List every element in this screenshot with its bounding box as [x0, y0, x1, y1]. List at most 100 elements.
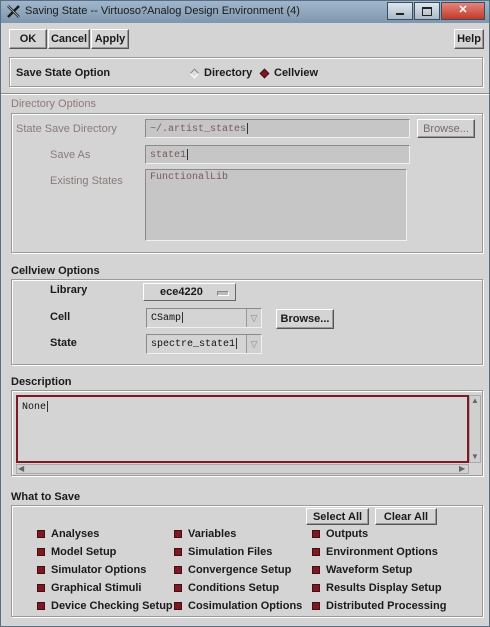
cell-dropdown-arrow-icon[interactable]: ▽	[246, 309, 261, 327]
checkbox-simulation-files[interactable]: Simulation Files	[174, 546, 272, 558]
radio-directory-label: Directory	[204, 67, 253, 79]
close-button[interactable]: ✕	[441, 2, 485, 20]
cancel-button[interactable]: Cancel	[48, 29, 90, 49]
checkbox-indicator	[174, 584, 182, 592]
select-all-button[interactable]: Select All	[306, 508, 369, 525]
x-icon	[7, 5, 20, 18]
checkbox-label: Environment Options	[326, 546, 438, 558]
maximize-button[interactable]	[414, 2, 440, 20]
minimize-icon	[396, 13, 404, 15]
description-value: None	[22, 402, 47, 414]
existing-state-item[interactable]: FunctionalLib	[150, 172, 402, 183]
checkbox-indicator	[174, 566, 182, 574]
checkbox-label: Simulation Files	[188, 546, 273, 558]
close-icon: ✕	[458, 4, 468, 16]
scroll-left-icon[interactable]: ◀	[18, 465, 24, 473]
checkbox-indicator	[312, 548, 320, 556]
checkbox-label: Simulator Options	[51, 564, 147, 576]
checkbox-label: Variables	[188, 528, 237, 540]
checkbox-indicator	[37, 548, 45, 556]
cell-combo[interactable]: CSamp	[146, 308, 262, 328]
checkbox-conditions-setup[interactable]: Conditions Setup	[174, 582, 279, 594]
option-menu-indicator-icon	[217, 291, 229, 296]
cell-value: CSamp	[151, 313, 182, 325]
checkbox-label: Distributed Processing	[326, 600, 447, 612]
description-title: Description	[11, 376, 72, 388]
checkbox-indicator	[312, 584, 320, 592]
existing-states-label: Existing States	[50, 175, 123, 187]
save-as-input[interactable]: state1	[145, 145, 410, 164]
checkbox-cosimulation-options[interactable]: Cosimulation Options	[174, 600, 302, 612]
checkbox-indicator	[37, 584, 45, 592]
checkbox-device-checking-setup[interactable]: Device Checking Setup	[37, 600, 173, 612]
checkbox-label: Cosimulation Options	[188, 600, 303, 612]
save-as-label: Save As	[50, 149, 91, 161]
title-bar[interactable]: Saving State -- Virtuoso?Analog Design E…	[1, 1, 489, 23]
existing-states-list[interactable]: FunctionalLib	[145, 169, 407, 241]
checkbox-simulator-options[interactable]: Simulator Options	[37, 564, 146, 576]
checkbox-variables[interactable]: Variables	[174, 528, 236, 540]
library-option-menu[interactable]: ece4220	[143, 283, 236, 301]
state-save-directory-value: ~/.artist_states	[150, 124, 247, 136]
checkbox-indicator	[312, 602, 320, 610]
radio-cellview-label: Cellview	[274, 67, 319, 79]
checkbox-indicator	[37, 530, 45, 538]
state-dropdown-arrow-icon[interactable]: ▽	[246, 335, 261, 353]
help-button[interactable]: Help	[454, 29, 484, 49]
checkbox-analyses[interactable]: Analyses	[37, 528, 99, 540]
checkbox-label: Outputs	[326, 528, 369, 540]
save-as-value: state1	[150, 150, 187, 162]
maximize-icon	[422, 7, 432, 16]
description-textarea[interactable]: None	[16, 395, 469, 463]
scroll-up-icon[interactable]: ▲	[471, 397, 479, 405]
state-save-directory-input[interactable]: ~/.artist_states	[145, 119, 410, 138]
radio-cellview-indicator	[259, 68, 270, 78]
checkbox-label: Device Checking Setup	[51, 600, 173, 612]
checkbox-indicator	[312, 530, 320, 538]
state-label: State	[50, 337, 77, 349]
state-combo[interactable]: spectre_state1	[146, 334, 262, 354]
what-to-save-title: What to Save	[11, 491, 81, 503]
checkbox-convergence-setup[interactable]: Convergence Setup	[174, 564, 291, 576]
separator	[1, 93, 489, 95]
ok-button[interactable]: OK	[9, 29, 47, 49]
description-horizontal-scrollbar[interactable]: ◀ ▶	[16, 464, 469, 474]
checkbox-label: Analyses	[51, 528, 100, 540]
checkbox-environment-options[interactable]: Environment Options	[312, 546, 438, 558]
cell-browse-button[interactable]: Browse...	[276, 309, 334, 329]
checkbox-indicator	[174, 602, 182, 610]
scroll-down-icon[interactable]: ▼	[471, 453, 479, 461]
clear-all-button[interactable]: Clear All	[375, 508, 437, 525]
checkbox-label: Conditions Setup	[188, 582, 280, 594]
scroll-right-icon[interactable]: ▶	[459, 465, 465, 473]
radio-cellview[interactable]: Cellview	[259, 67, 319, 79]
checkbox-distributed-processing[interactable]: Distributed Processing	[312, 600, 446, 612]
checkbox-results-display-setup[interactable]: Results Display Setup	[312, 582, 442, 594]
minimize-button[interactable]	[387, 2, 413, 20]
checkbox-waveform-setup[interactable]: Waveform Setup	[312, 564, 412, 576]
radio-directory-indicator	[189, 68, 200, 78]
checkbox-indicator	[37, 566, 45, 574]
checkbox-indicator	[312, 566, 320, 574]
checkbox-label: Graphical Stimuli	[51, 582, 142, 594]
window-title: Saving State -- Virtuoso?Analog Design E…	[25, 5, 300, 17]
checkbox-indicator	[174, 530, 182, 538]
directory-browse-button[interactable]: Browse...	[417, 119, 475, 138]
radio-directory[interactable]: Directory	[189, 67, 253, 79]
description-vertical-scrollbar[interactable]: ▲ ▼	[469, 395, 481, 463]
save-state-option-label: Save State Option	[16, 67, 111, 79]
checkbox-label: Model Setup	[51, 546, 117, 558]
checkbox-outputs[interactable]: Outputs	[312, 528, 368, 540]
state-value: spectre_state1	[151, 339, 236, 351]
saving-state-dialog: Saving State -- Virtuoso?Analog Design E…	[0, 0, 490, 627]
checkbox-model-setup[interactable]: Model Setup	[37, 546, 116, 558]
checkbox-graphical-stimuli[interactable]: Graphical Stimuli	[37, 582, 141, 594]
checkbox-label: Results Display Setup	[326, 582, 442, 594]
checkbox-indicator	[174, 548, 182, 556]
apply-button[interactable]: Apply	[91, 29, 129, 49]
cellview-options-title: Cellview Options	[11, 265, 100, 277]
checkbox-label: Waveform Setup	[326, 564, 413, 576]
checkbox-indicator	[37, 602, 45, 610]
library-value: ece4220	[160, 286, 203, 298]
checkbox-label: Convergence Setup	[188, 564, 292, 576]
